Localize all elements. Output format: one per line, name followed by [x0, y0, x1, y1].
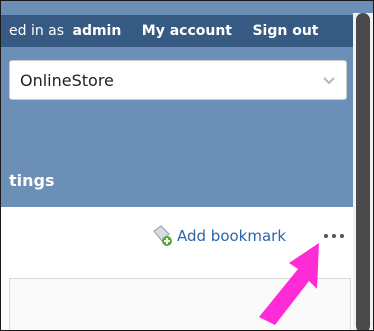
username: admin	[72, 23, 122, 39]
section-title: tings	[9, 171, 55, 190]
top-bar: ed in as admin My account Sign out	[1, 15, 373, 47]
topbar-text: ed in as admin My account Sign out	[9, 23, 319, 39]
bookmark-add-icon	[153, 225, 172, 246]
store-select-value: OnlineStore	[20, 71, 114, 90]
header: ed in as admin My account Sign out Onlin…	[1, 1, 373, 207]
scrollbar-thumb[interactable]	[356, 13, 370, 330]
sign-out-link[interactable]: Sign out	[252, 23, 318, 39]
my-account-link[interactable]: My account	[142, 23, 232, 39]
logged-in-label: ed in as	[9, 23, 65, 39]
app-frame: ed in as admin My account Sign out Onlin…	[0, 0, 374, 331]
store-select[interactable]: OnlineStore	[9, 60, 347, 100]
scrollbar[interactable]	[353, 13, 373, 330]
chevron-down-icon	[323, 77, 335, 85]
pointer-arrow-icon	[259, 243, 319, 325]
